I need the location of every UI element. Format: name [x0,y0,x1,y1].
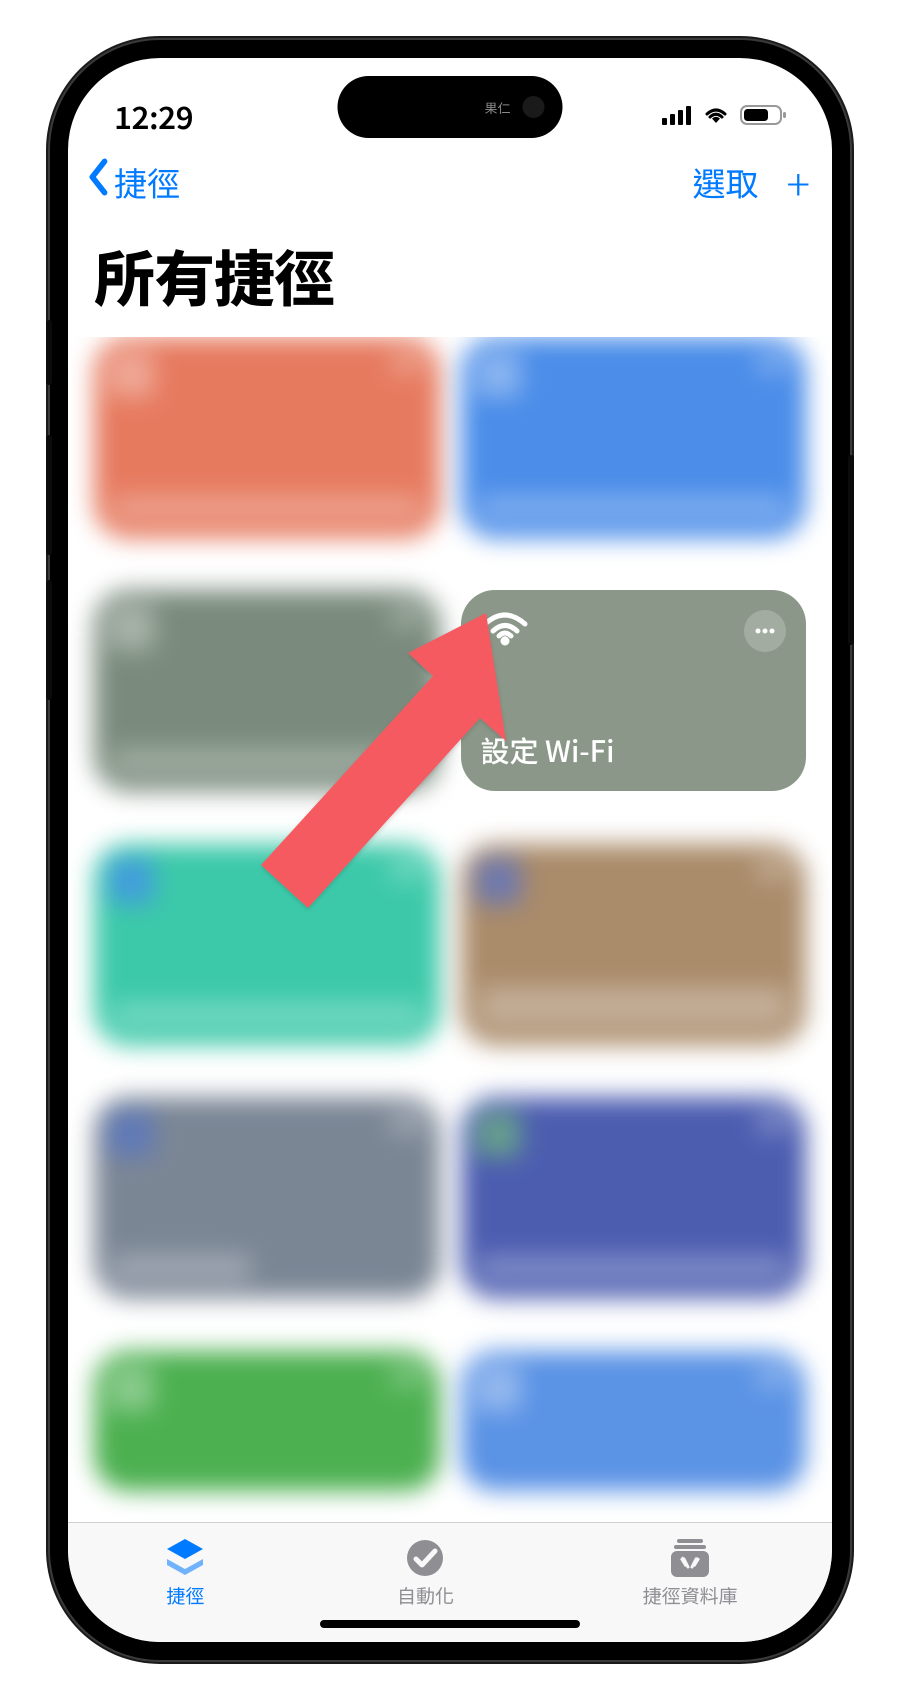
shortcuts-grid: 設定 Wi-Fi [68,337,832,1522]
tab-label: 自動化 [397,1582,454,1609]
dynamic-island: 果仁 [338,76,563,138]
shortcut-card[interactable] [94,844,440,1045]
volume-up-button [46,435,52,555]
status-icons [662,104,786,126]
chevron-left-icon [86,158,112,206]
clock-check-icon [402,1538,448,1578]
tab-label: 捷徑 [166,1582,204,1609]
tab-automation[interactable]: 自動化 [397,1538,454,1609]
shortcut-label: 設定 Wi-Fi [481,729,787,771]
shortcut-card[interactable] [94,590,440,791]
gallery-icon [667,1538,713,1578]
wifi-icon [481,610,529,655]
battery-icon [740,104,786,126]
page-title: 所有捷徑 [68,210,832,337]
back-button[interactable]: 捷徑 [86,158,180,206]
shortcut-card[interactable] [461,844,807,1045]
shortcut-card[interactable] [461,337,807,538]
status-time: 12:29 [114,93,193,138]
home-indicator[interactable] [320,1620,580,1628]
tab-shortcuts[interactable]: 捷徑 [162,1538,208,1609]
tab-label: 捷徑資料庫 [643,1582,738,1609]
back-label: 捷徑 [114,158,180,206]
screen: 果仁 12:29 捷 [68,58,832,1642]
cellular-icon [662,105,692,125]
shortcut-card[interactable] [94,1097,440,1298]
add-button[interactable]: + [786,160,810,204]
wifi-status-icon [701,104,731,126]
shortcut-card[interactable] [461,1351,807,1491]
shortcut-card-wifi[interactable]: 設定 Wi-Fi [461,590,807,791]
shortcut-card[interactable] [94,337,440,538]
power-button [848,455,854,645]
phone-frame: 果仁 12:29 捷 [50,40,850,1660]
tab-gallery[interactable]: 捷徑資料庫 [643,1538,738,1609]
side-button [46,320,52,385]
shortcut-card[interactable] [461,1097,807,1298]
volume-down-button [46,580,52,700]
shortcuts-icon [162,1538,208,1578]
navigation-bar: 捷徑 選取 + [68,152,832,210]
shortcut-card[interactable] [94,1351,440,1491]
more-button[interactable] [744,610,786,652]
select-button[interactable]: 選取 [692,158,758,206]
